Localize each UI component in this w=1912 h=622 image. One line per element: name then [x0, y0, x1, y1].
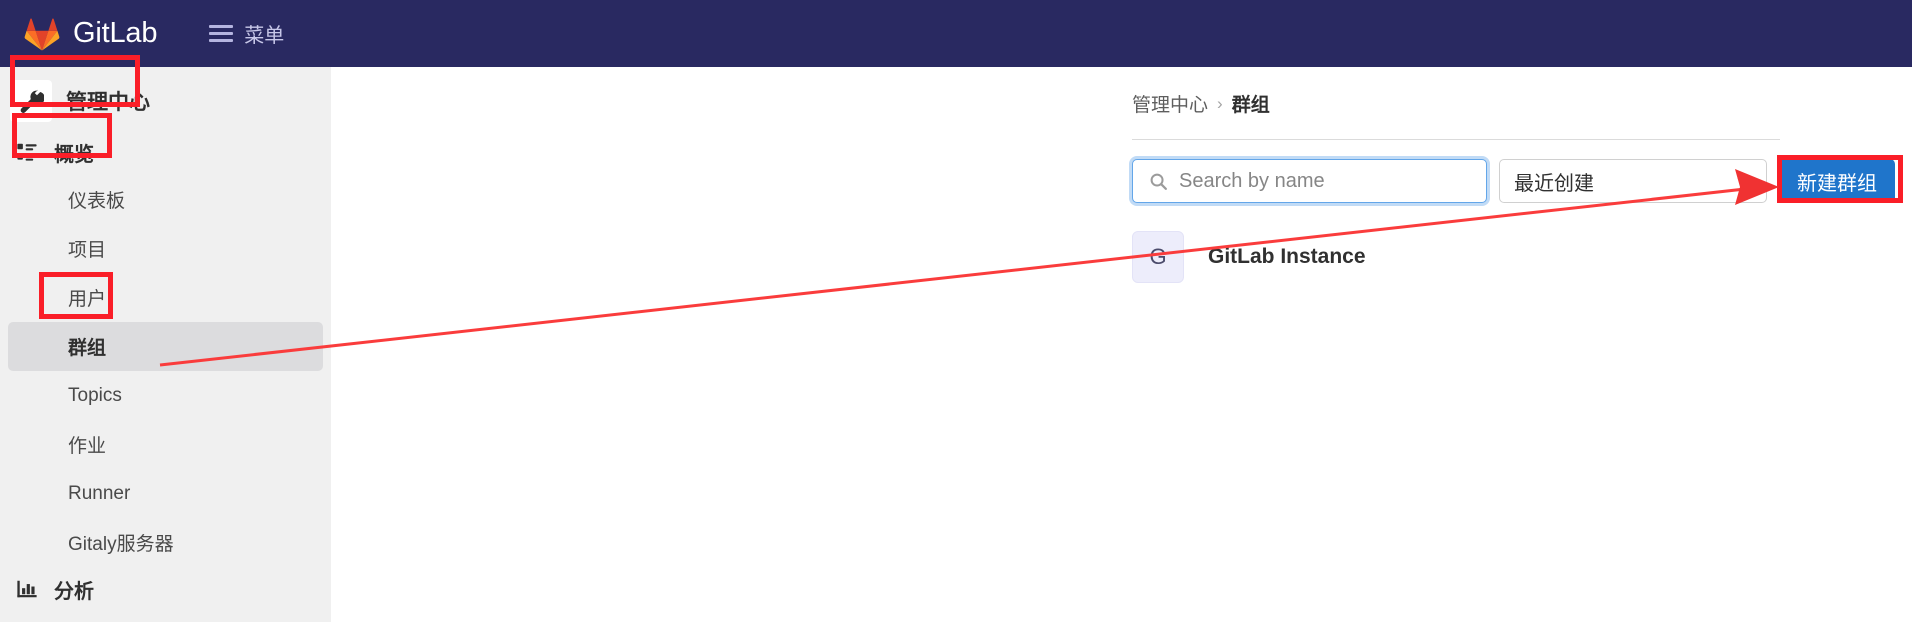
breadcrumb-separator-icon: › [1217, 93, 1223, 113]
group-name[interactable]: GitLab Instance [1208, 245, 1366, 269]
breadcrumb-current: 群组 [1231, 95, 1270, 116]
sidebar-section-label: 分析 [54, 580, 94, 603]
main-content: 管理中心 › 群组 最近创建 [331, 67, 1912, 622]
sidebar-item-label: Runner [68, 482, 131, 504]
sidebar-context-admin-center[interactable]: 管理中心 [0, 73, 331, 129]
sidebar-item-label: 作业 [68, 436, 107, 457]
sidebar-item-topics[interactable]: Topics [8, 371, 323, 420]
list-item[interactable]: G GitLab Instance [1132, 229, 1912, 285]
hamburger-menu-icon[interactable] [209, 25, 234, 42]
groups-toolbar: 最近创建 新建群组 [1132, 159, 1912, 203]
admin-sidebar: 管理中心 概览 仪表板 项目 用户 群组 Topics 作业 Runner Gi… [0, 67, 331, 622]
sidebar-item-label: Gitaly服务器 [68, 534, 174, 555]
search-input[interactable] [1179, 169, 1459, 193]
breadcrumb-parent[interactable]: 管理中心 [1132, 90, 1208, 117]
sidebar-item-runner[interactable]: Runner [8, 469, 323, 518]
chevron-down-icon [1735, 173, 1752, 190]
gitlab-tanuki-logo[interactable] [20, 12, 64, 56]
main-menu-button[interactable]: 菜单 [209, 19, 284, 48]
sidebar-item-jobs[interactable]: 作业 [8, 420, 323, 469]
sidebar-item-label: 群组 [68, 338, 107, 359]
sidebar-item-groups[interactable]: 群组 [8, 322, 323, 371]
brand-name[interactable]: GitLab [73, 17, 157, 50]
groups-list: G GitLab Instance [1132, 229, 1912, 285]
breadcrumb: 管理中心 › 群组 [1132, 67, 1912, 117]
sidebar-section-overview[interactable]: 概览 [0, 129, 331, 175]
sidebar-item-users[interactable]: 用户 [8, 273, 323, 322]
chart-bar-icon [16, 578, 42, 600]
overview-list-icon [16, 141, 42, 163]
sort-dropdown-value: 最近创建 [1514, 172, 1594, 195]
sidebar-item-gitaly-servers[interactable]: Gitaly服务器 [8, 518, 323, 567]
search-field[interactable] [1132, 159, 1487, 203]
sidebar-item-label: 仪表板 [68, 191, 126, 212]
search-icon [1149, 172, 1168, 191]
sidebar-item-label: 用户 [68, 289, 107, 310]
top-navbar: GitLab 菜单 [0, 0, 1912, 67]
sidebar-section-analytics[interactable]: 分析 [0, 567, 331, 611]
new-group-button[interactable]: 新建群组 [1779, 159, 1895, 203]
sidebar-item-label: 项目 [68, 240, 107, 261]
sidebar-item-dashboard[interactable]: 仪表板 [8, 175, 323, 224]
sort-dropdown[interactable]: 最近创建 [1499, 159, 1767, 203]
sidebar-item-projects[interactable]: 项目 [8, 224, 323, 273]
avatar: G [1132, 231, 1184, 283]
sidebar-context-title: 管理中心 [66, 91, 150, 114]
gitlab-admin-groups-page: GitLab 菜单 管理中心 概览 仪表板 项目 用户 群组 Topics 作业… [0, 0, 1912, 622]
sidebar-section-label: 概览 [54, 143, 94, 166]
menu-label[interactable]: 菜单 [244, 19, 284, 48]
sidebar-item-label: Topics [68, 384, 122, 406]
wrench-icon [10, 80, 52, 122]
header-divider [1132, 139, 1780, 140]
